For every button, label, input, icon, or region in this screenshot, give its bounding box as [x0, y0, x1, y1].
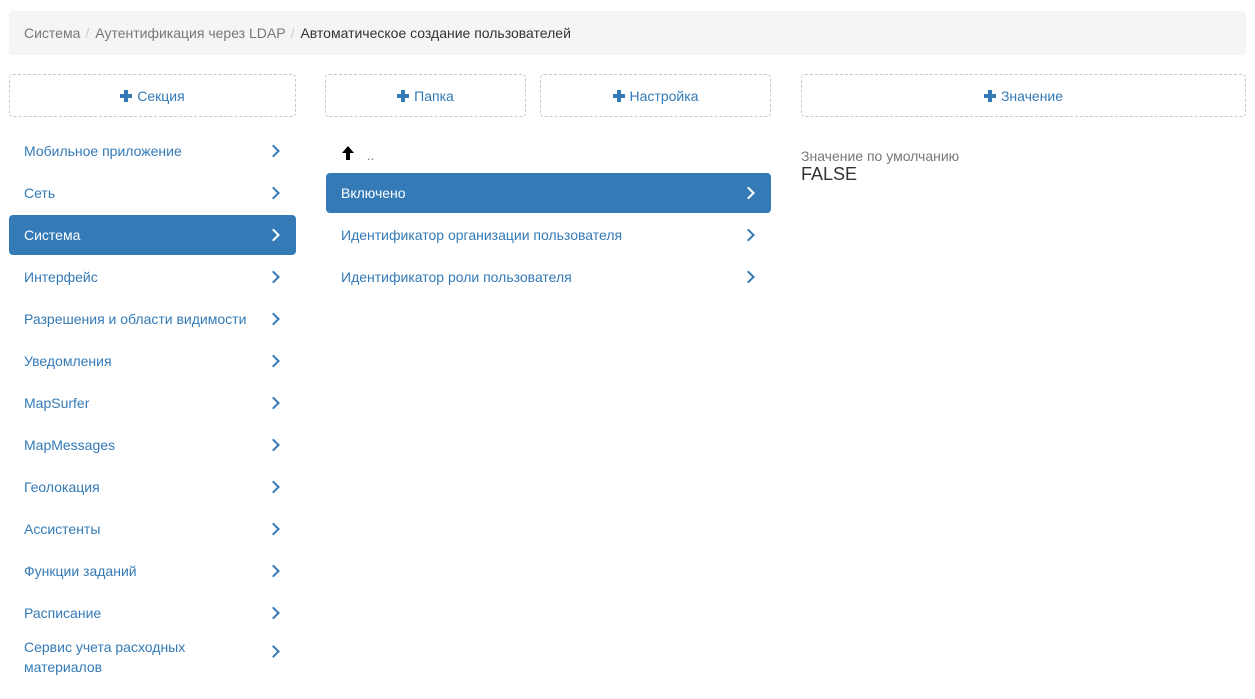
- folder-up-link[interactable]: ..: [326, 138, 771, 168]
- plus-icon: [397, 89, 410, 102]
- chevron-right-icon: [267, 480, 280, 494]
- value-panel: Значение по умолчанию FALSE: [801, 148, 959, 185]
- section-item[interactable]: Функции заданий: [9, 551, 296, 591]
- section-item[interactable]: Интерфейс: [9, 257, 296, 297]
- default-value: FALSE: [801, 164, 858, 184]
- section-item[interactable]: Сеть: [9, 173, 296, 213]
- add-value-button[interactable]: Значение: [801, 74, 1246, 117]
- section-label: Уведомления: [24, 353, 112, 369]
- add-folder-label: Папка: [414, 87, 454, 104]
- setting-item[interactable]: Идентификатор организации пользователя: [326, 215, 771, 255]
- chevron-right-icon: [267, 228, 280, 242]
- chevron-right-icon: [742, 270, 755, 284]
- chevron-right-icon: [267, 312, 280, 326]
- sections-list: Мобильное приложение Сеть Система Интерф…: [9, 131, 296, 693]
- setting-label: Включено: [341, 185, 406, 201]
- setting-label: Идентификатор роли пользователя: [341, 269, 572, 285]
- section-label: Расписание: [24, 605, 102, 621]
- section-item[interactable]: Мобильное приложение: [9, 131, 296, 171]
- plus-icon: [612, 89, 625, 102]
- breadcrumb-current: Автоматическое создание пользователей: [300, 25, 571, 41]
- section-label: Мобильное приложение: [24, 143, 182, 159]
- chevron-right-icon: [267, 354, 280, 368]
- chevron-right-icon: [267, 270, 280, 284]
- up-label: ..: [367, 147, 375, 163]
- section-label: MapSurfer: [24, 395, 90, 411]
- chevron-right-icon: [267, 186, 280, 200]
- plus-icon: [983, 89, 996, 102]
- settings-list: Включено Идентификатор организации польз…: [326, 173, 771, 299]
- add-value-label: Значение: [1000, 87, 1064, 104]
- chevron-right-icon: [267, 645, 280, 658]
- setting-item-active[interactable]: Включено: [326, 173, 771, 213]
- section-item[interactable]: Сервис учета расходных материалов: [9, 635, 296, 691]
- default-value-label: Значение по умолчанию: [801, 148, 960, 164]
- chevron-right-icon: [267, 144, 280, 158]
- section-item[interactable]: Расписание: [9, 593, 296, 633]
- add-setting-label: Настройка: [629, 87, 699, 104]
- section-item[interactable]: Разрешения и области видимости: [9, 299, 296, 339]
- chevron-right-icon: [267, 606, 280, 620]
- section-label: Сервис учета расходных материалов: [24, 639, 186, 675]
- breadcrumb: Система / Аутентификация через LDAP / Ав…: [9, 11, 1246, 55]
- section-label: Сеть: [24, 185, 56, 201]
- section-label: Разрешения и области видимости: [24, 311, 247, 327]
- breadcrumb-separator: /: [290, 25, 295, 41]
- chevron-right-icon: [267, 564, 280, 578]
- breadcrumb-separator: /: [85, 25, 90, 41]
- section-item[interactable]: Ассистенты: [9, 509, 296, 549]
- setting-item[interactable]: Идентификатор роли пользователя: [326, 257, 771, 297]
- add-section-button[interactable]: Секция: [9, 74, 296, 117]
- arrow-up-icon: [342, 146, 354, 160]
- section-label: MapMessages: [24, 437, 116, 453]
- breadcrumb-item-system[interactable]: Система: [24, 25, 80, 41]
- section-label: Ассистенты: [24, 521, 101, 537]
- section-label: Геолокация: [24, 479, 100, 495]
- section-item[interactable]: Геолокация: [9, 467, 296, 507]
- add-folder-button[interactable]: Папка: [325, 74, 526, 117]
- section-item-active[interactable]: Система: [9, 215, 296, 255]
- add-section-label: Секция: [137, 87, 185, 104]
- chevron-right-icon: [267, 522, 280, 536]
- chevron-right-icon: [267, 438, 280, 452]
- section-label: Система: [24, 227, 81, 243]
- section-item[interactable]: Уведомления: [9, 341, 296, 381]
- section-item[interactable]: MapMessages: [9, 425, 296, 465]
- plus-icon: [120, 89, 133, 102]
- section-item[interactable]: MapSurfer: [9, 383, 296, 423]
- chevron-right-icon: [742, 228, 755, 242]
- chevron-right-icon: [267, 396, 280, 410]
- breadcrumb-item-ldap[interactable]: Аутентификация через LDAP: [95, 25, 285, 41]
- section-label: Интерфейс: [24, 269, 98, 285]
- add-setting-button[interactable]: Настройка: [540, 74, 771, 117]
- setting-label: Идентификатор организации пользователя: [341, 227, 623, 243]
- section-label: Функции заданий: [24, 563, 137, 579]
- chevron-right-icon: [742, 186, 755, 200]
